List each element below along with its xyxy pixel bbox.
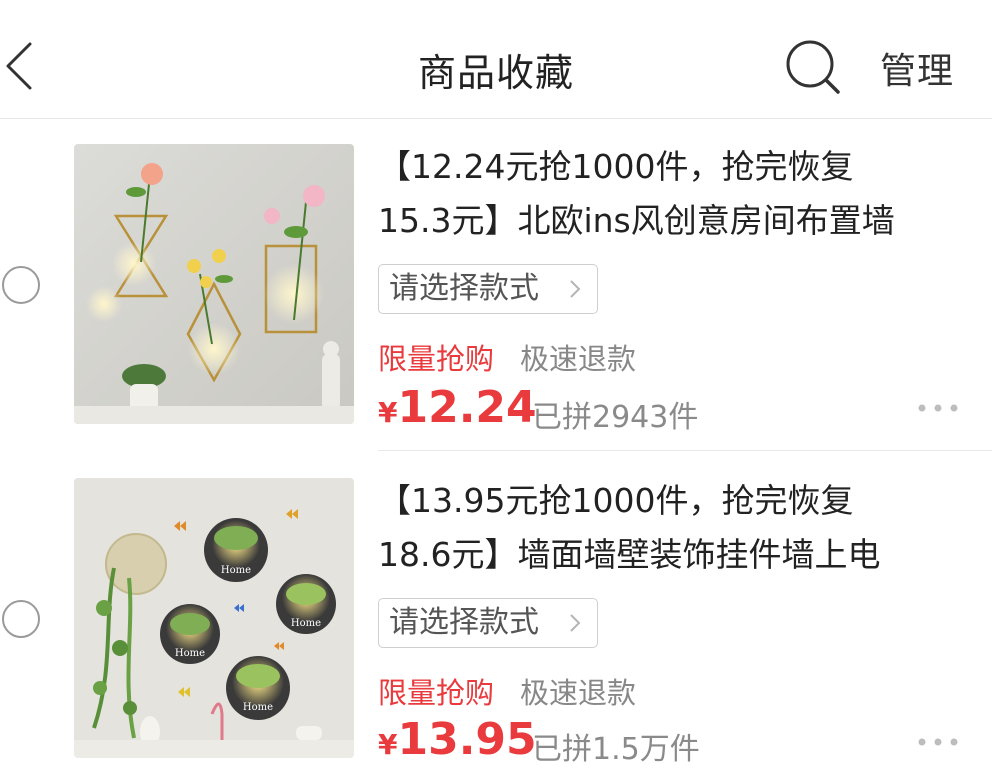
product-thumbnail[interactable]: Home Home Home Home xyxy=(74,478,354,758)
svg-text:Home: Home xyxy=(175,648,205,659)
fast-refund-tag: 极速退款 xyxy=(520,676,637,710)
more-dots-icon xyxy=(918,404,958,412)
list-item: Home Home Home Home 【13.95元抢1000件，抢完恢复 1… xyxy=(0,452,992,782)
product-title[interactable]: 【12.24元抢1000件，抢完恢复 15.3元】北欧ins风创意房间布置墙 xyxy=(378,140,978,248)
page-title: 商品收藏 xyxy=(417,51,574,95)
product-title-line: 15.3元】北欧ins风创意房间布置墙 xyxy=(378,201,895,240)
more-options-button[interactable] xyxy=(914,398,962,418)
select-radio[interactable] xyxy=(2,600,40,638)
planter-right: Home xyxy=(276,574,336,634)
search-button[interactable] xyxy=(784,38,842,96)
list-item: 【12.24元抢1000件，抢完恢复 15.3元】北欧ins风创意房间布置墙 请… xyxy=(0,118,992,451)
item-divider xyxy=(378,450,992,451)
svg-text:Home: Home xyxy=(221,565,251,576)
planter-left: Home xyxy=(160,604,220,664)
header-bar: 商品收藏 管理 xyxy=(0,0,992,119)
limited-sale-tag: 限量抢购 xyxy=(378,676,495,710)
manage-button[interactable]: 管理 xyxy=(880,42,954,94)
style-select-button[interactable]: 请选择款式 xyxy=(378,598,598,648)
chevron-right-icon xyxy=(570,614,581,632)
product-title-line: 18.6元】墙面墙壁装饰挂件墙上电 xyxy=(378,535,881,574)
svg-text:Home: Home xyxy=(243,702,273,713)
product-title[interactable]: 【13.95元抢1000件，抢完恢复 18.6元】墙面墙壁装饰挂件墙上电 xyxy=(378,474,978,582)
product-image xyxy=(74,144,354,424)
fast-refund-tag: 极速退款 xyxy=(520,342,637,376)
chevron-right-icon xyxy=(570,280,581,298)
price-value: 12.24 xyxy=(397,382,537,433)
more-dots-icon xyxy=(918,738,958,746)
style-select-button[interactable]: 请选择款式 xyxy=(378,264,598,314)
product-title-line: 【13.95元抢1000件，抢完恢复 xyxy=(378,481,854,520)
svg-text:Home: Home xyxy=(291,618,321,629)
style-select-label: 请选择款式 xyxy=(389,271,539,306)
planter-top: Home xyxy=(204,518,268,582)
product-title-line: 【12.24元抢1000件，抢完恢复 xyxy=(378,147,854,186)
product-image: Home Home Home Home xyxy=(74,478,354,758)
search-icon xyxy=(786,40,840,94)
sold-count: 已拼2943件 xyxy=(532,400,699,435)
product-price: ¥12.24 xyxy=(378,382,537,433)
currency-symbol: ¥ xyxy=(378,728,398,761)
product-thumbnail[interactable] xyxy=(74,144,354,424)
product-price: ¥13.95 xyxy=(378,714,537,765)
currency-symbol: ¥ xyxy=(378,396,398,429)
price-value: 13.95 xyxy=(397,714,537,765)
style-select-label: 请选择款式 xyxy=(389,605,539,640)
sold-count: 已拼1.5万件 xyxy=(532,732,700,767)
limited-sale-tag: 限量抢购 xyxy=(378,342,495,376)
more-options-button[interactable] xyxy=(914,732,962,752)
select-radio[interactable] xyxy=(2,266,40,304)
planter-bottom: Home xyxy=(226,656,290,720)
